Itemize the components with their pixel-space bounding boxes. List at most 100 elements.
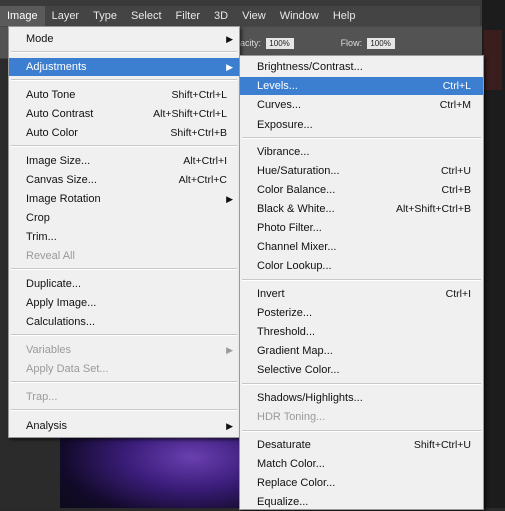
menu-item-label: Gradient Map... xyxy=(257,345,333,357)
menu-item-analysis[interactable]: Analysis ▶ xyxy=(9,417,239,435)
menu-item-label: Shadows/Highlights... xyxy=(257,392,363,404)
opacity-field[interactable]: 100% xyxy=(265,38,294,49)
menu-item-reveal-all: Reveal All xyxy=(9,247,239,265)
menu-item-hue-saturation[interactable]: Hue/Saturation... Ctrl+U xyxy=(240,162,483,180)
menu-bar: Image Layer Type Select Filter 3D View W… xyxy=(0,6,480,26)
menu-item-gradient-map[interactable]: Gradient Map... xyxy=(240,342,483,360)
menu-item-curves[interactable]: Curves... Ctrl+M xyxy=(240,96,483,114)
shortcut-label: Alt+Ctrl+I xyxy=(183,155,227,167)
menu-separator xyxy=(242,383,481,385)
menu-separator xyxy=(11,79,237,81)
submenu-arrow-icon: ▶ xyxy=(226,34,233,44)
flow-label: Flow: xyxy=(340,38,363,48)
menu-item-label: Black & White... xyxy=(257,203,335,215)
shortcut-label: Ctrl+B xyxy=(441,184,471,196)
menu-item-auto-tone[interactable]: Auto Tone Shift+Ctrl+L xyxy=(9,86,239,104)
menu-item-label: Levels... xyxy=(257,80,298,92)
shortcut-label: Shift+Ctrl+B xyxy=(170,127,227,139)
menu-item-label: Channel Mixer... xyxy=(257,241,337,253)
shortcut-label: Ctrl+L xyxy=(442,80,471,92)
menu-item-channel-mixer[interactable]: Channel Mixer... xyxy=(240,238,483,256)
menu-item-label: Reveal All xyxy=(26,250,75,262)
shortcut-label: Alt+Shift+Ctrl+B xyxy=(396,203,471,215)
menu-item-invert[interactable]: Invert Ctrl+I xyxy=(240,285,483,303)
menu-item-label: Color Balance... xyxy=(257,184,336,196)
shortcut-label: Alt+Shift+Ctrl+L xyxy=(153,108,227,120)
menu-help[interactable]: Help xyxy=(326,6,363,26)
menu-item-label: Exposure... xyxy=(257,119,313,131)
shortcut-label: Ctrl+M xyxy=(439,99,471,111)
menu-item-brightness-contrast[interactable]: Brightness/Contrast... xyxy=(240,58,483,76)
menu-item-label: Auto Color xyxy=(26,127,78,139)
menu-window[interactable]: Window xyxy=(273,6,326,26)
menu-item-levels[interactable]: Levels... Ctrl+L xyxy=(240,77,483,95)
menu-item-label: Brightness/Contrast... xyxy=(257,61,363,73)
menu-item-calculations[interactable]: Calculations... xyxy=(9,313,239,331)
menu-item-label: Trim... xyxy=(26,231,57,243)
menu-item-label: Match Color... xyxy=(257,458,325,470)
menu-separator xyxy=(11,409,237,411)
menu-item-hdr-toning: HDR Toning... xyxy=(240,408,483,426)
menu-item-label: Duplicate... xyxy=(26,278,82,290)
menu-item-label: Auto Tone xyxy=(26,89,76,101)
menu-item-black-white[interactable]: Black & White... Alt+Shift+Ctrl+B xyxy=(240,200,483,218)
menu-item-exposure[interactable]: Exposure... xyxy=(240,116,483,134)
shortcut-label: Shift+Ctrl+U xyxy=(413,439,471,451)
menu-item-crop[interactable]: Crop xyxy=(9,209,239,227)
menu-item-trim[interactable]: Trim... xyxy=(9,228,239,246)
menu-image[interactable]: Image xyxy=(0,6,45,26)
menu-item-label: Replace Color... xyxy=(257,477,336,489)
menu-item-posterize[interactable]: Posterize... xyxy=(240,304,483,322)
menu-item-label: Threshold... xyxy=(257,326,316,338)
menu-item-adjustments[interactable]: Adjustments ▶ xyxy=(9,58,239,76)
menu-item-label: Mode xyxy=(26,33,54,45)
adjustments-submenu: Brightness/Contrast... Levels... Ctrl+L Cur… xyxy=(239,55,484,510)
menu-item-vibrance[interactable]: Vibrance... xyxy=(240,143,483,161)
menu-view[interactable]: View xyxy=(235,6,273,26)
menu-filter[interactable]: Filter xyxy=(169,6,207,26)
menu-item-desaturate[interactable]: Desaturate Shift+Ctrl+U xyxy=(240,436,483,454)
menu-item-label: Analysis xyxy=(26,420,67,432)
submenu-arrow-icon: ▶ xyxy=(226,421,233,431)
submenu-arrow-icon: ▶ xyxy=(226,345,233,355)
menu-item-canvas-size[interactable]: Canvas Size... Alt+Ctrl+C xyxy=(9,171,239,189)
shortcut-label: Ctrl+I xyxy=(445,288,471,300)
menu-separator xyxy=(11,51,237,53)
menu-item-label: HDR Toning... xyxy=(257,411,326,423)
menu-separator xyxy=(11,145,237,147)
menu-item-image-size[interactable]: Image Size... Alt+Ctrl+I xyxy=(9,152,239,170)
menu-item-mode[interactable]: Mode ▶ xyxy=(9,30,239,48)
menu-item-replace-color[interactable]: Replace Color... xyxy=(240,474,483,492)
menu-item-label: Curves... xyxy=(257,99,302,111)
menu-item-label: Color Lookup... xyxy=(257,260,332,272)
menu-item-auto-color[interactable]: Auto Color Shift+Ctrl+B xyxy=(9,124,239,142)
menu-item-label: Invert xyxy=(257,288,285,300)
menu-item-apply-image[interactable]: Apply Image... xyxy=(9,294,239,312)
menu-item-equalize[interactable]: Equalize... xyxy=(240,493,483,511)
menu-item-label: Adjustments xyxy=(26,61,87,73)
menu-item-label: Apply Data Set... xyxy=(26,363,109,375)
menu-item-auto-contrast[interactable]: Auto Contrast Alt+Shift+Ctrl+L xyxy=(9,105,239,123)
menu-item-label: Desaturate xyxy=(257,439,311,451)
menu-item-label: Canvas Size... xyxy=(26,174,97,186)
menu-item-label: Auto Contrast xyxy=(26,108,94,120)
menu-item-photo-filter[interactable]: Photo Filter... xyxy=(240,219,483,237)
menu-select[interactable]: Select xyxy=(124,6,169,26)
menu-type[interactable]: Type xyxy=(86,6,124,26)
opacity-label: acity: xyxy=(240,38,262,48)
flow-field[interactable]: 100% xyxy=(366,38,395,49)
menu-item-label: Vibrance... xyxy=(257,146,310,158)
menu-separator xyxy=(242,430,481,432)
menu-item-threshold[interactable]: Threshold... xyxy=(240,323,483,341)
menu-item-color-balance[interactable]: Color Balance... Ctrl+B xyxy=(240,181,483,199)
menu-item-match-color[interactable]: Match Color... xyxy=(240,455,483,473)
menu-item-color-lookup[interactable]: Color Lookup... xyxy=(240,257,483,275)
menu-separator xyxy=(242,137,481,139)
menu-3d[interactable]: 3D xyxy=(207,6,235,26)
menu-layer[interactable]: Layer xyxy=(45,6,87,26)
menu-item-shadows-highlights[interactable]: Shadows/Highlights... xyxy=(240,389,483,407)
menu-item-label: Apply Image... xyxy=(26,297,97,309)
menu-item-selective-color[interactable]: Selective Color... xyxy=(240,361,483,379)
menu-item-duplicate[interactable]: Duplicate... xyxy=(9,275,239,293)
menu-item-image-rotation[interactable]: Image Rotation ▶ xyxy=(9,190,239,208)
